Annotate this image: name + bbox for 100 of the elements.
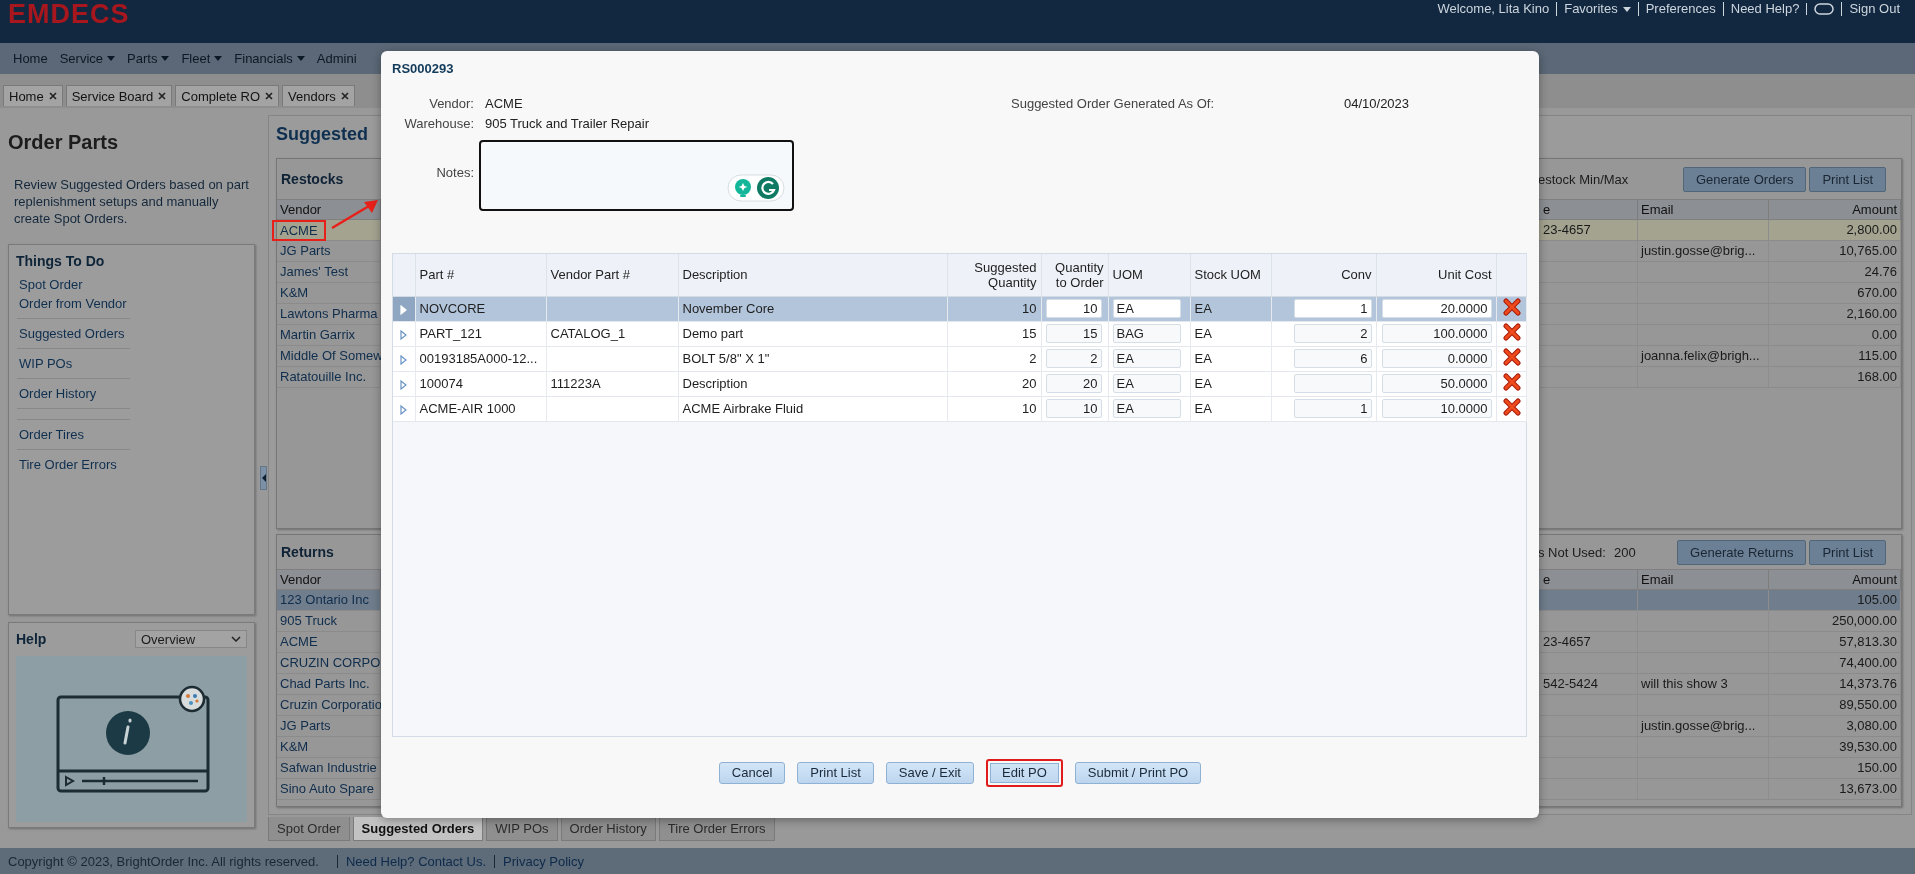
- quantity-field[interactable]: 2: [1045, 349, 1102, 368]
- vendor-name[interactable]: CRUZIN CORPO: [280, 653, 381, 673]
- todo-link[interactable]: Order from Vendor: [17, 294, 127, 313]
- vendor-name[interactable]: JG Parts: [280, 716, 331, 736]
- dialog-button[interactable]: Edit PO: [986, 758, 1063, 787]
- unit-cost-field[interactable]: 100.0000: [1381, 324, 1492, 343]
- unit-cost-field[interactable]: 50.0000: [1381, 374, 1492, 393]
- expand-icon[interactable]: [400, 354, 408, 365]
- quantity-field[interactable]: 20: [1045, 374, 1102, 393]
- header-link[interactable]: Favorites: [1556, 2, 1638, 16]
- vendor-name[interactable]: 905 Truck: [280, 611, 338, 631]
- close-icon[interactable]: [158, 92, 167, 100]
- delete-icon[interactable]: [1502, 348, 1521, 366]
- unit-cost-field[interactable]: 10.0000: [1381, 399, 1492, 418]
- chat-icon[interactable]: [1814, 3, 1835, 15]
- suggested-quantity: 20: [1022, 376, 1037, 391]
- vendor-name[interactable]: Safwan Industrie: [280, 758, 377, 778]
- header-link[interactable]: Sign Out: [1841, 2, 1907, 16]
- dialog-button[interactable]: Save / Exit: [885, 761, 974, 784]
- quantity-field[interactable]: 15: [1045, 324, 1102, 343]
- uom-field[interactable]: EA: [1112, 299, 1181, 318]
- page-tab[interactable]: Vendors: [282, 85, 355, 106]
- delete-icon[interactable]: [1502, 323, 1521, 341]
- action-button[interactable]: Print List: [1809, 166, 1886, 192]
- dialog-button[interactable]: Cancel: [718, 761, 786, 784]
- todo-link[interactable]: Spot Order: [17, 275, 83, 294]
- info-value: 200: [1613, 544, 1636, 560]
- grid-row[interactable]: PART_121 CATALOG_1 Demo part 15 15 BAG EA 2 100.0000: [393, 321, 1526, 346]
- phone-text: 542-5424: [1543, 676, 1598, 691]
- tab-label[interactable]: Vendors: [288, 88, 336, 104]
- conv-field[interactable]: 2: [1293, 324, 1372, 343]
- vendor-name[interactable]: Sino Auto Spare: [280, 779, 374, 799]
- tab-label[interactable]: Service Board: [71, 88, 154, 104]
- todo-link[interactable]: Suggested Orders: [17, 324, 125, 343]
- uom-field[interactable]: BAG: [1112, 324, 1181, 343]
- grid-row[interactable]: 00193185A000-12... BOLT 5/8" X 1" 2 2 EA EA 6 0.0000: [393, 346, 1526, 371]
- page-tab[interactable]: Complete RO: [175, 85, 280, 106]
- expand-icon[interactable]: [400, 379, 408, 390]
- suggested-quantity: 10: [1022, 401, 1037, 416]
- unit-cost-field[interactable]: 0.0000: [1381, 349, 1492, 368]
- conv-field[interactable]: 1: [1293, 399, 1372, 418]
- conv-field[interactable]: 6: [1293, 349, 1372, 368]
- tab-label[interactable]: Home: [9, 88, 44, 104]
- uom-field[interactable]: EA: [1112, 399, 1181, 418]
- notes-field[interactable]: [479, 140, 794, 211]
- tab-label[interactable]: Complete RO: [181, 88, 261, 104]
- close-icon[interactable]: [265, 92, 274, 100]
- collapse-icon: [261, 474, 266, 482]
- vendor-name[interactable]: Middle Of Somew: [280, 346, 383, 366]
- delete-icon[interactable]: [1502, 298, 1521, 316]
- page-tab[interactable]: Service Board: [65, 85, 173, 106]
- grid-row[interactable]: ACME-AIR 1000 ACME Airbrake Fluid 10 10 EA EA 1 10.0000: [393, 396, 1526, 421]
- dialog-button[interactable]: Print List: [797, 761, 874, 784]
- bottom-tab[interactable]: Order History: [560, 817, 656, 841]
- dialog-title: RS000293: [392, 61, 455, 78]
- vendor-name[interactable]: Chad Parts Inc.: [280, 674, 370, 694]
- bottom-tab[interactable]: Tire Order Errors: [658, 817, 775, 841]
- close-icon[interactable]: [48, 92, 57, 100]
- vendor-name[interactable]: Martin Garrix: [280, 325, 356, 345]
- grid-row[interactable]: NOVCORE November Core 10 10 EA EA 1 20.0000: [393, 296, 1526, 321]
- expand-icon[interactable]: [400, 404, 408, 415]
- conv-field[interactable]: 1: [1293, 299, 1372, 318]
- expand-icon[interactable]: [400, 329, 408, 340]
- writing-assistant-icon[interactable]: [727, 174, 785, 202]
- vendor-name[interactable]: JG Parts: [280, 241, 331, 261]
- quantity-field[interactable]: 10: [1045, 299, 1102, 318]
- vendor-name[interactable]: Ratatouille Inc.: [280, 367, 366, 387]
- action-button[interactable]: Print List: [1809, 539, 1886, 565]
- action-button[interactable]: Generate Returns: [1677, 539, 1807, 565]
- vendor-name[interactable]: K&M: [280, 737, 309, 757]
- header-link[interactable]: Need Help?: [1722, 2, 1807, 16]
- todo-link[interactable]: Order Tires: [17, 425, 84, 444]
- uom-field[interactable]: EA: [1112, 349, 1181, 368]
- grid-row[interactable]: 100074 111223A Description 20 20 EA EA 50.0000: [393, 371, 1526, 396]
- todo-link[interactable]: Tire Order Errors: [17, 455, 117, 474]
- vendor-name[interactable]: ACME: [272, 220, 326, 241]
- bottom-tab[interactable]: WIP POs: [486, 817, 558, 841]
- action-button[interactable]: Generate Orders: [1682, 166, 1807, 192]
- part-description: Description: [682, 376, 748, 391]
- vendor-name[interactable]: ACME: [280, 632, 318, 652]
- bottom-tab[interactable]: Spot Order: [268, 817, 350, 841]
- uom-field[interactable]: EA: [1112, 374, 1181, 393]
- delete-icon[interactable]: [1502, 373, 1521, 391]
- collapse-handle[interactable]: [260, 466, 267, 490]
- close-icon[interactable]: [340, 92, 349, 100]
- todo-link[interactable]: WIP POs: [17, 354, 73, 373]
- vendor-name[interactable]: Cruzin Corporatio: [280, 695, 382, 715]
- unit-cost-field[interactable]: 20.0000: [1381, 299, 1492, 318]
- vendor-name[interactable]: James' Test: [280, 262, 348, 282]
- vendor-name[interactable]: Lawtons Pharma: [280, 304, 378, 324]
- delete-icon[interactable]: [1502, 398, 1521, 416]
- help-select[interactable]: Overview: [135, 630, 247, 648]
- bottom-tab[interactable]: Suggested Orders: [352, 817, 484, 841]
- todo-link[interactable]: Order History: [17, 384, 97, 403]
- quantity-field[interactable]: 10: [1045, 399, 1102, 418]
- dialog-button[interactable]: Submit / Print PO: [1074, 761, 1202, 784]
- conv-field[interactable]: [1293, 374, 1372, 393]
- vendor-name[interactable]: K&M: [280, 283, 309, 303]
- header-link[interactable]: Preferences: [1637, 2, 1723, 16]
- page-tab[interactable]: Home: [3, 85, 63, 106]
